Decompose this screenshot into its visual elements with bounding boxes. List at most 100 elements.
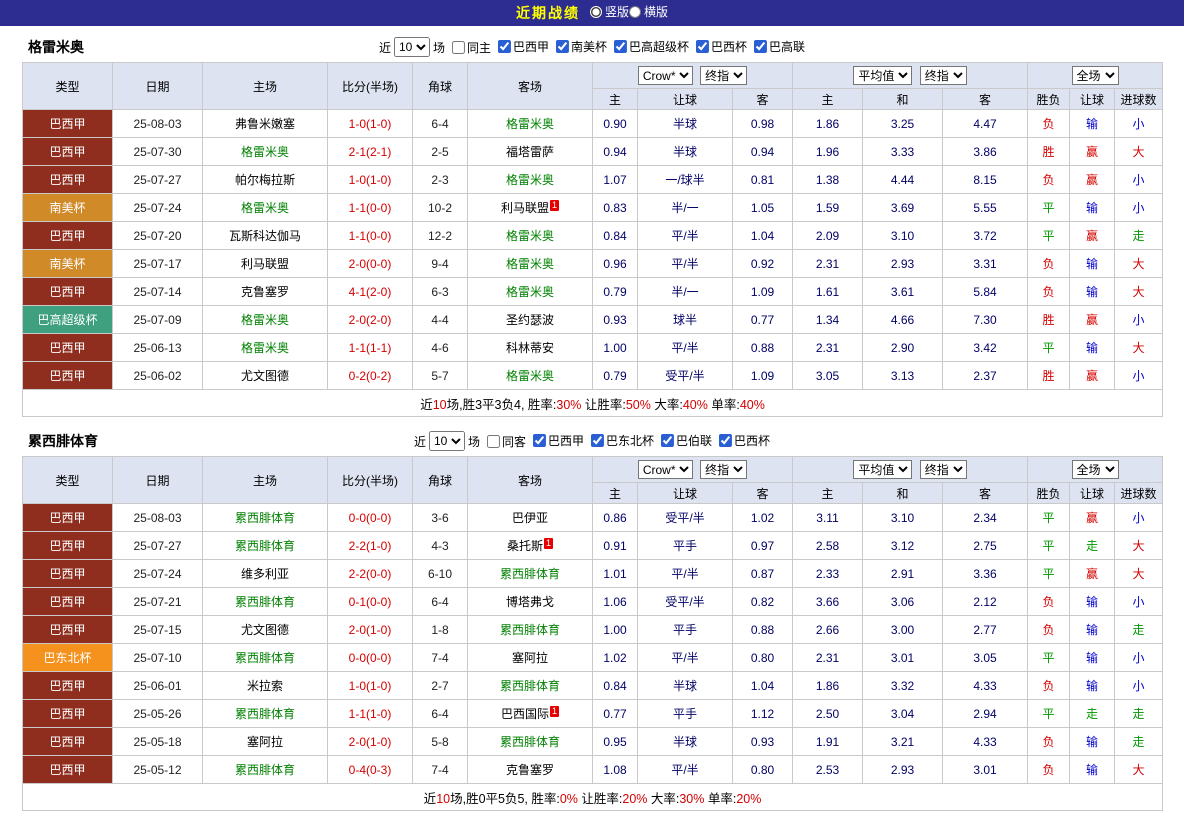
away-team[interactable]: 利马联盟: [501, 201, 549, 215]
home-team[interactable]: 尤文图德: [241, 369, 289, 383]
score[interactable]: 2-0(1-0): [328, 616, 413, 644]
score[interactable]: 2-0(2-0): [328, 306, 413, 334]
average-select[interactable]: 平均值: [853, 66, 912, 85]
away-team[interactable]: 格雷米奥: [506, 369, 554, 383]
league-checkbox[interactable]: [498, 40, 511, 53]
bookmaker-select[interactable]: Crow*: [638, 66, 693, 85]
away-team[interactable]: 格雷米奥: [506, 117, 554, 131]
away-team[interactable]: 格雷米奥: [506, 257, 554, 271]
same-venue-checkbox[interactable]: [452, 41, 465, 54]
score[interactable]: 2-1(2-1): [328, 138, 413, 166]
league-checkbox[interactable]: [696, 40, 709, 53]
home-team[interactable]: 帕尔梅拉斯: [235, 173, 295, 187]
score[interactable]: 1-1(0-0): [328, 194, 413, 222]
away-team[interactable]: 克鲁塞罗: [506, 763, 554, 777]
league-checkbox[interactable]: [556, 40, 569, 53]
away-team[interactable]: 格雷米奥: [506, 173, 554, 187]
view-radio[interactable]: [590, 6, 602, 18]
home-team[interactable]: 累西腓体育: [235, 763, 295, 777]
league-filter[interactable]: 巴西甲: [526, 432, 584, 449]
same-venue-checkbox[interactable]: [487, 435, 500, 448]
same-venue-option[interactable]: 同主: [445, 39, 491, 56]
score[interactable]: 1-1(1-0): [328, 700, 413, 728]
league-checkbox[interactable]: [754, 40, 767, 53]
away-team[interactable]: 桑托斯: [507, 539, 543, 553]
view-option-horizontal[interactable]: 横版: [629, 3, 668, 20]
away-team[interactable]: 科林蒂安: [506, 341, 554, 355]
handicap-stage-select[interactable]: 终指: [700, 66, 747, 85]
away-team[interactable]: 博塔弗戈: [506, 595, 554, 609]
home-team[interactable]: 克鲁塞罗: [241, 285, 289, 299]
away-team[interactable]: 圣约瑟波: [506, 313, 554, 327]
home-team[interactable]: 米拉索: [247, 679, 283, 693]
home-team[interactable]: 塞阿拉: [247, 735, 283, 749]
away-team[interactable]: 累西腓体育: [500, 623, 560, 637]
away-team[interactable]: 累西腓体育: [500, 679, 560, 693]
away-team[interactable]: 福塔雷萨: [506, 145, 554, 159]
bookmaker-select[interactable]: Crow*: [638, 460, 693, 479]
home-team[interactable]: 维多利亚: [241, 567, 289, 581]
league-filter[interactable]: 巴西杯: [712, 432, 770, 449]
view-option-vertical[interactable]: 竖版: [590, 3, 629, 20]
away-team[interactable]: 格雷米奥: [506, 285, 554, 299]
europe-stage-select[interactable]: 终指: [920, 66, 967, 85]
home-team[interactable]: 累西腓体育: [235, 595, 295, 609]
home-team[interactable]: 格雷米奥: [241, 341, 289, 355]
league-filter[interactable]: 巴西杯: [689, 38, 747, 55]
title-bar: 近期战绩 竖版横版: [0, 0, 1184, 26]
away-team[interactable]: 累西腓体育: [500, 567, 560, 581]
score[interactable]: 2-2(1-0): [328, 532, 413, 560]
score[interactable]: 0-0(0-0): [328, 504, 413, 532]
league-filter[interactable]: 巴西甲: [491, 38, 549, 55]
scope-select[interactable]: 全场: [1072, 66, 1119, 85]
home-team[interactable]: 累西腓体育: [235, 511, 295, 525]
score[interactable]: 0-1(0-0): [328, 588, 413, 616]
league-filter[interactable]: 巴高超级杯: [607, 38, 689, 55]
league-filter[interactable]: 巴伯联: [654, 432, 712, 449]
europe-stage-select[interactable]: 终指: [920, 460, 967, 479]
away-team[interactable]: 格雷米奥: [506, 229, 554, 243]
league-filter[interactable]: 巴东北杯: [584, 432, 654, 449]
score[interactable]: 2-0(1-0): [328, 728, 413, 756]
away-team[interactable]: 塞阿拉: [512, 651, 548, 665]
match-count-select[interactable]: 10: [429, 431, 465, 451]
home-team[interactable]: 格雷米奥: [241, 201, 289, 215]
score[interactable]: 0-2(0-2): [328, 362, 413, 390]
league-checkbox[interactable]: [614, 40, 627, 53]
score[interactable]: 1-0(1-0): [328, 166, 413, 194]
league-checkbox[interactable]: [533, 434, 546, 447]
away-team[interactable]: 巴西国际: [501, 707, 549, 721]
home-team[interactable]: 弗鲁米嫩塞: [235, 117, 295, 131]
home-team[interactable]: 累西腓体育: [235, 539, 295, 553]
scope-select[interactable]: 全场: [1072, 460, 1119, 479]
league-filter[interactable]: 南美杯: [549, 38, 607, 55]
score[interactable]: 1-0(1-0): [328, 672, 413, 700]
home-team[interactable]: 瓦斯科达伽马: [229, 229, 301, 243]
score[interactable]: 0-4(0-3): [328, 756, 413, 784]
home-team[interactable]: 累西腓体育: [235, 651, 295, 665]
result-goals: 小: [1115, 362, 1163, 390]
score[interactable]: 4-1(2-0): [328, 278, 413, 306]
league-checkbox[interactable]: [661, 434, 674, 447]
home-team[interactable]: 尤文图德: [241, 623, 289, 637]
league-checkbox[interactable]: [591, 434, 604, 447]
score[interactable]: 2-0(0-0): [328, 250, 413, 278]
score[interactable]: 1-1(1-1): [328, 334, 413, 362]
league-filter[interactable]: 巴高联: [747, 38, 805, 55]
home-team[interactable]: 累西腓体育: [235, 707, 295, 721]
score[interactable]: 0-0(0-0): [328, 644, 413, 672]
view-radio[interactable]: [629, 6, 641, 18]
same-venue-option[interactable]: 同客: [480, 433, 526, 450]
average-select[interactable]: 平均值: [853, 460, 912, 479]
home-team[interactable]: 格雷米奥: [241, 145, 289, 159]
home-team[interactable]: 利马联盟: [241, 257, 289, 271]
score[interactable]: 2-2(0-0): [328, 560, 413, 588]
score[interactable]: 1-0(1-0): [328, 110, 413, 138]
home-team[interactable]: 格雷米奥: [241, 313, 289, 327]
away-team[interactable]: 巴伊亚: [512, 511, 548, 525]
handicap-stage-select[interactable]: 终指: [700, 460, 747, 479]
league-checkbox[interactable]: [719, 434, 732, 447]
match-count-select[interactable]: 10: [394, 37, 430, 57]
away-team[interactable]: 累西腓体育: [500, 735, 560, 749]
score[interactable]: 1-1(0-0): [328, 222, 413, 250]
